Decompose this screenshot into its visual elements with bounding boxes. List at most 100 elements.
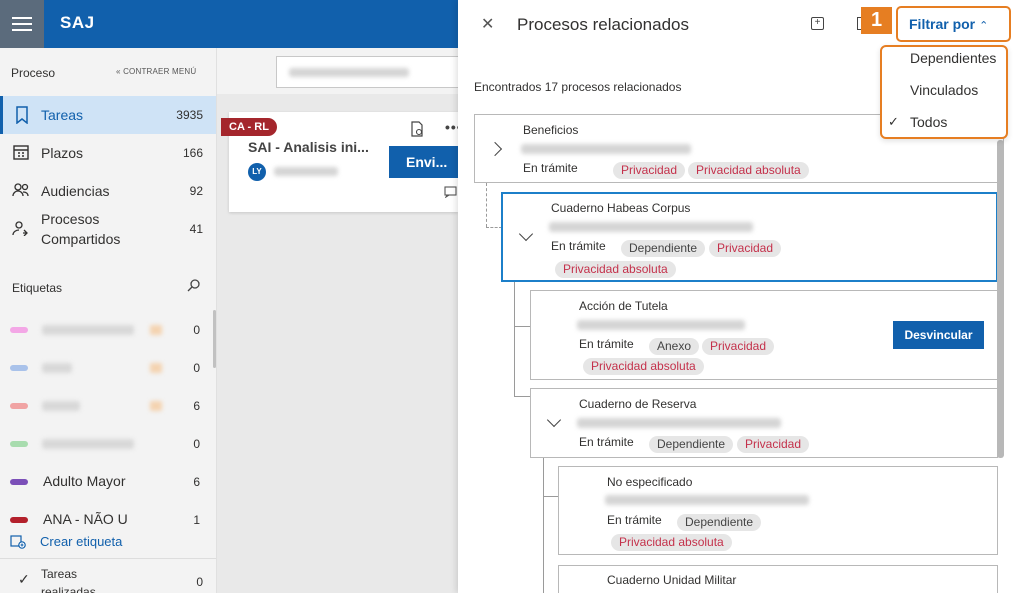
process-type: Cuaderno Unidad Militar — [607, 573, 737, 587]
tree-connector — [486, 227, 502, 228]
process-type: Cuaderno Habeas Corpus — [551, 201, 691, 215]
tag-name-redacted — [42, 325, 134, 335]
process-number-redacted — [577, 418, 781, 428]
chip-privacidad-absoluta: Privacidad absoluta — [583, 358, 704, 375]
case-ribbon: CA - RL — [221, 118, 277, 136]
sidebar-item-plazos[interactable]: Plazos 166 — [0, 134, 216, 172]
case-number-redacted — [274, 167, 338, 176]
tree-connector — [514, 282, 515, 396]
add-icon[interactable]: + — [811, 17, 824, 30]
panel-scrollbar[interactable] — [997, 140, 1004, 458]
tag-count: 6 — [193, 399, 200, 413]
tree-connector — [543, 496, 558, 497]
tag-count: 0 — [193, 323, 200, 337]
tag-count: 1 — [193, 513, 200, 527]
process-number-redacted — [605, 495, 809, 505]
tag-color-swatch — [10, 403, 28, 409]
add-tag-icon — [10, 534, 26, 549]
tag-item[interactable]: 0 — [0, 315, 216, 345]
tag-name: ANA - NÃO U — [43, 511, 128, 527]
sidebar-item-label: Tareas — [41, 107, 84, 123]
task-icon — [13, 106, 31, 125]
tag-name-redacted — [42, 401, 80, 411]
task-card-title[interactable]: SAI - Analisis ini... — [248, 139, 369, 155]
process-number-redacted — [549, 222, 753, 232]
step-badge: 1 — [861, 7, 892, 34]
process-type: Beneficios — [523, 123, 579, 137]
process-number-redacted — [521, 144, 691, 154]
sidebar-item-count: 0 — [196, 575, 203, 589]
tag-badge-redacted — [150, 325, 162, 335]
filter-by-label: Filtrar por — [909, 16, 976, 32]
calendar-icon — [12, 144, 30, 162]
tag-badge-redacted — [150, 363, 162, 373]
sidebar-item-label: Procesos Compartidos — [41, 211, 121, 247]
tree-connector — [543, 458, 544, 593]
tag-item[interactable]: 6 — [0, 391, 216, 421]
close-icon[interactable]: ✕ — [481, 14, 494, 34]
sidebar-item-tareas[interactable]: Tareas 3935 — [0, 96, 216, 134]
chip-privacidad-absoluta: Privacidad absoluta — [611, 534, 732, 551]
tag-color-swatch — [10, 479, 28, 485]
sidebar-item-count: 166 — [182, 146, 203, 160]
process-type: Acción de Tutela — [579, 299, 668, 313]
search-icon[interactable] — [187, 278, 201, 292]
checkmark-icon: ✓ — [18, 571, 30, 587]
tag-name: Adulto Mayor — [43, 473, 126, 489]
search-input[interactable] — [276, 56, 458, 88]
sidebar-item-audiencias[interactable]: Audiencias 92 — [0, 172, 216, 210]
process-status: En trámite — [607, 513, 662, 527]
process-type: Cuaderno de Reserva — [579, 397, 697, 411]
tag-item[interactable]: 0 — [0, 429, 216, 459]
chip-privacidad: Privacidad — [737, 436, 810, 453]
filter-option-vinculados[interactable]: Vinculados — [910, 82, 978, 98]
tag-item[interactable]: 0 — [0, 353, 216, 383]
sidebar-item-tareas-realizadas[interactable]: ✓ Tareas realizadas 0 — [0, 558, 216, 593]
tag-count: 0 — [193, 361, 200, 375]
create-tag-button[interactable]: Crear etiqueta — [10, 534, 122, 549]
filter-option-todos[interactable]: Todos — [910, 114, 947, 130]
people-icon — [12, 182, 30, 200]
search-value-redacted — [289, 68, 409, 77]
sidebar-item-count: 3935 — [176, 108, 203, 122]
chip-privacidad-absoluta: Privacidad absoluta — [555, 261, 676, 278]
sidebar-item-label: Plazos — [41, 145, 84, 161]
checkmark-icon: ✓ — [888, 114, 899, 129]
found-count-text: Encontrados 17 procesos relacionados — [474, 80, 682, 94]
chevron-up-icon: ⌃ — [979, 20, 989, 32]
sidebar-item-count: 92 — [189, 184, 203, 198]
chip-dependiente: Dependiente — [649, 436, 734, 453]
tag-color-swatch — [10, 327, 28, 333]
tag-color-swatch — [10, 517, 28, 523]
tag-name-redacted — [42, 363, 72, 373]
avatar: LY — [248, 163, 266, 181]
tag-name-redacted — [42, 439, 134, 449]
tags-header: Etiquetas — [12, 281, 63, 295]
tag-color-swatch — [10, 365, 28, 371]
tag-item-adulto-mayor[interactable]: Adulto Mayor 6 — [0, 467, 216, 497]
process-number-redacted — [577, 320, 745, 330]
chip-dependiente: Dependiente — [621, 240, 706, 257]
chip-privacidad: Privacidad — [709, 240, 782, 257]
tag-color-swatch — [10, 441, 28, 447]
sidebar-item-procesos-compartidos[interactable]: Procesos Compartidos 41 — [0, 210, 216, 248]
tag-item-ana[interactable]: ANA - NÃO U 1 — [0, 505, 216, 535]
chip-privacidad-absoluta: Privacidad absoluta — [688, 162, 809, 179]
process-status: En trámite — [551, 239, 606, 253]
document-settings-icon[interactable] — [410, 121, 424, 140]
send-button[interactable]: Envi... — [389, 146, 458, 178]
tree-connector — [514, 396, 530, 397]
hamburger-menu-icon[interactable] — [0, 0, 44, 48]
unlink-button[interactable]: Desvincular — [893, 321, 984, 349]
sidebar: Proceso « CONTRAER MENÚ Tareas 3935 Plaz… — [0, 48, 217, 593]
chip-dependiente: Dependiente — [677, 514, 762, 531]
filter-by-button[interactable]: Filtrar por ⌃ — [909, 16, 988, 32]
chip-anexo: Anexo — [649, 338, 700, 355]
chip-privacidad: Privacidad — [702, 338, 775, 355]
collapse-menu-button[interactable]: « CONTRAER MENÚ — [116, 67, 196, 76]
comment-icon[interactable] — [444, 186, 458, 201]
sidebar-scrollbar[interactable] — [213, 310, 216, 368]
process-status: En trámite — [579, 337, 634, 351]
filter-option-dependientes[interactable]: Dependientes — [910, 50, 996, 66]
process-type: No especificado — [607, 475, 693, 489]
